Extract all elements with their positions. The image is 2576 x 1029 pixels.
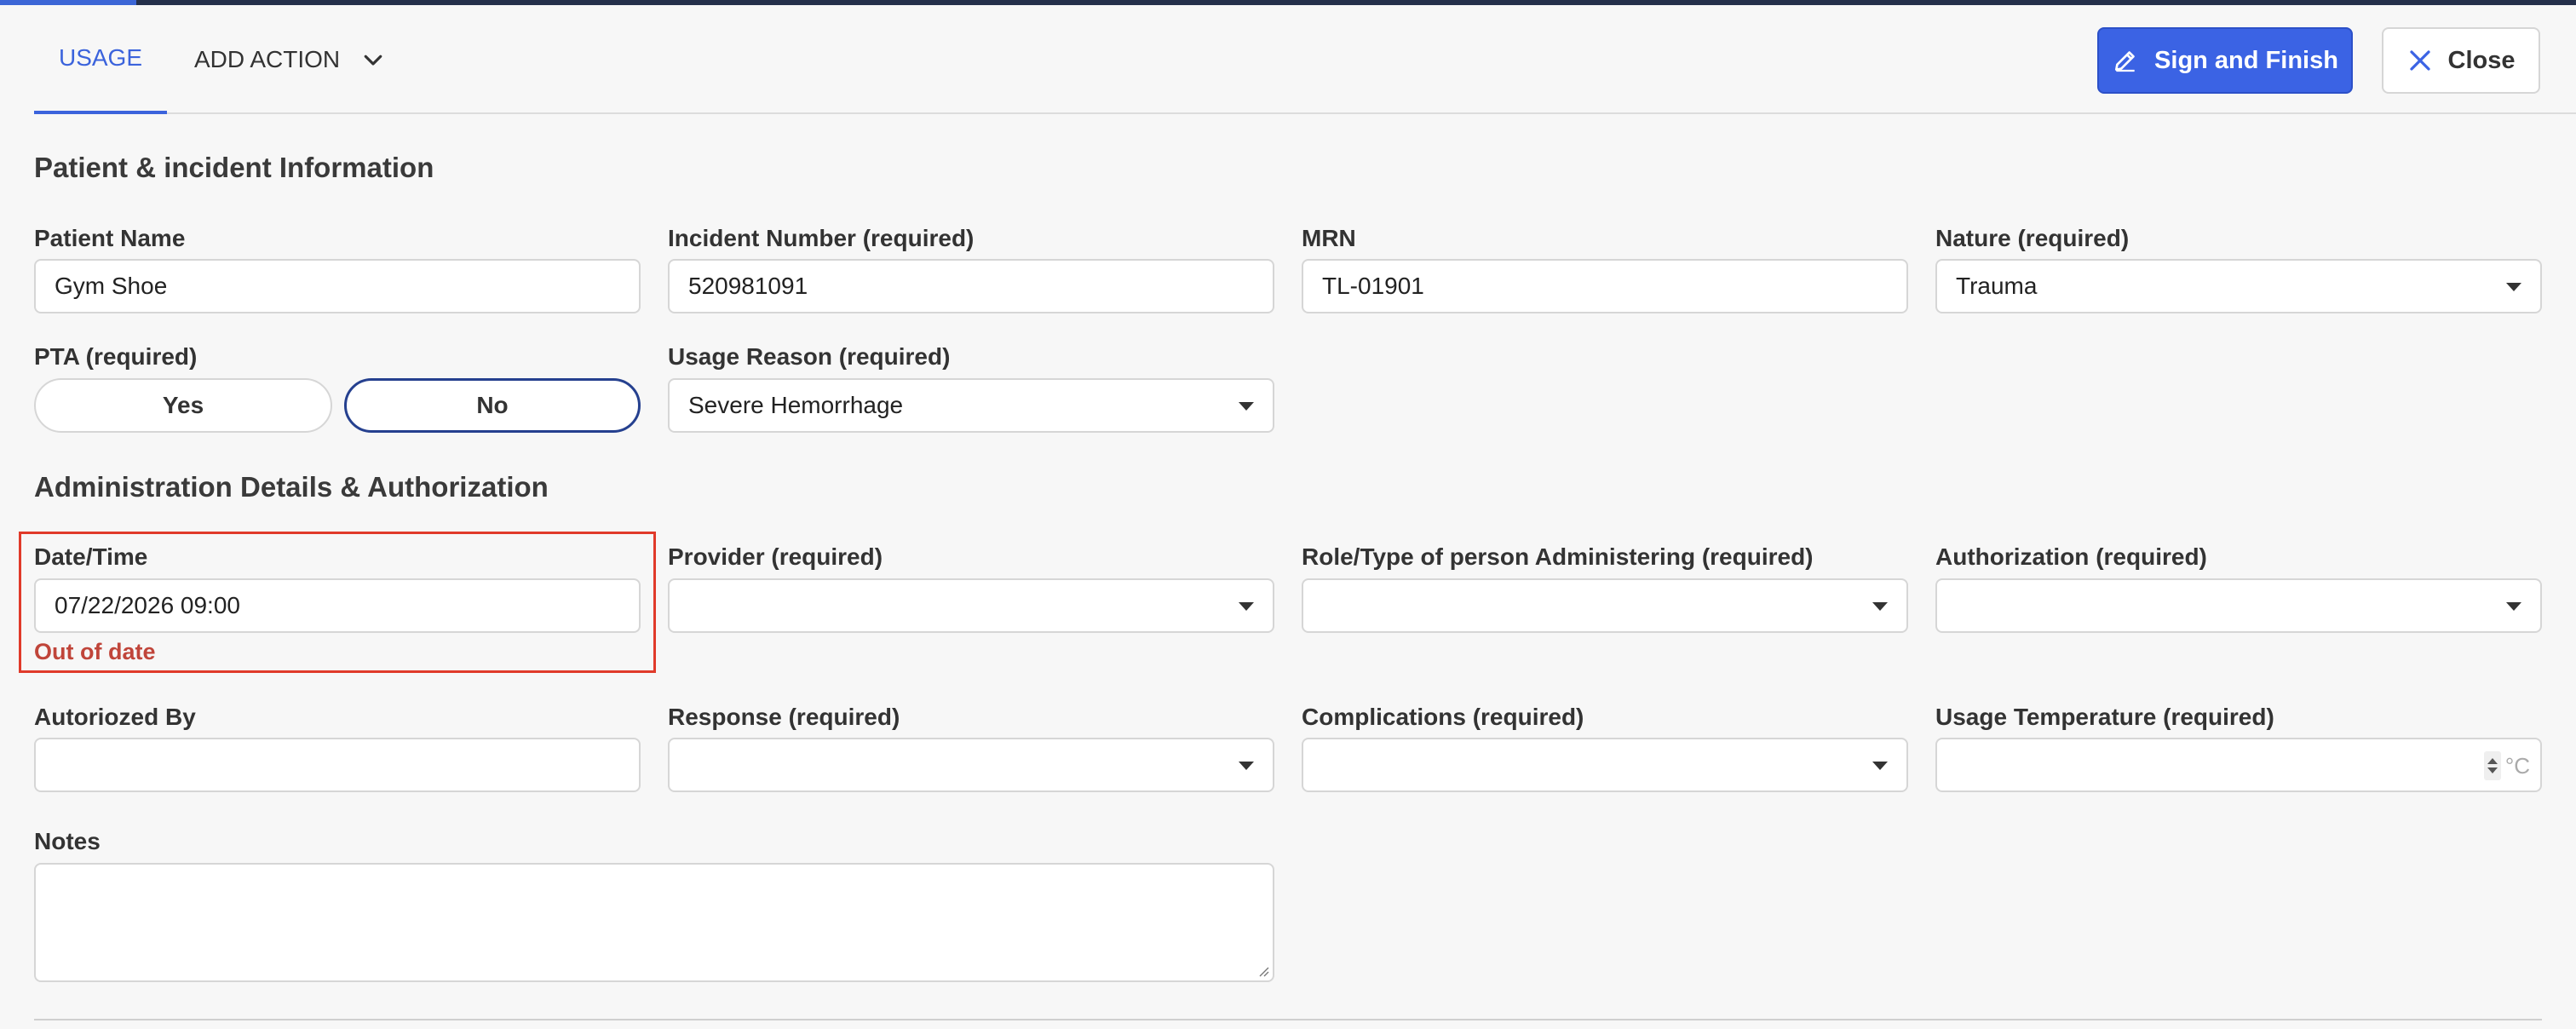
pta-yes-toggle[interactable]: Yes [34,378,332,433]
provider-label: Provider (required) [668,543,883,570]
spinner-up-icon [2487,758,2498,764]
role-type-select[interactable] [1302,578,1908,633]
usage-reason-select[interactable]: Severe Hemorrhage [668,378,1274,433]
sign-and-finish-label: Sign and Finish [2154,46,2338,74]
response-select[interactable] [668,738,1274,792]
usage-reason-label: Usage Reason (required) [668,343,951,370]
incident-number-value: 520981091 [688,273,808,299]
section-divider [34,1019,2542,1020]
number-spinner[interactable] [2484,751,2501,780]
close-x-icon [2409,50,2430,71]
caret-down-icon [1872,762,1888,770]
patient-name-input[interactable]: Gym Shoe [34,259,641,313]
caret-down-icon [1239,402,1254,411]
resize-handle-icon[interactable] [1256,963,1269,977]
response-label: Response (required) [668,704,900,730]
mrn-value: TL-01901 [1322,273,1424,299]
caret-down-icon [2506,283,2521,291]
usage-reason-value: Severe Hemorrhage [688,392,904,418]
chevron-down-icon [364,55,382,66]
usage-temperature-input[interactable]: °C [1935,738,2542,792]
pta-no-label: No [476,392,509,418]
notes-label: Notes [34,828,101,854]
sign-and-finish-button[interactable]: Sign and Finish [2097,27,2353,94]
nature-value: Trauma [1956,273,2038,299]
tab-add-action[interactable]: ADD ACTION [194,5,386,114]
caret-down-icon [1239,602,1254,611]
caret-down-icon [2506,602,2521,611]
admin-section-title: Administration Details & Authorization [34,471,549,503]
nature-label: Nature (required) [1935,225,2130,251]
date-time-input[interactable]: 07/22/2026 09:00 [34,578,641,633]
pta-no-toggle[interactable]: No [344,378,641,433]
date-time-error-message: Out of date [34,639,156,664]
close-button[interactable]: Close [2382,27,2540,94]
usage-temperature-label: Usage Temperature (required) [1935,704,2274,730]
date-time-label: Date/Time [34,543,148,570]
complications-select[interactable] [1302,738,1908,792]
patient-name-value: Gym Shoe [55,273,168,299]
authorization-select[interactable] [1935,578,2542,633]
mrn-label: MRN [1302,225,1356,251]
nature-select[interactable]: Trauma [1935,259,2542,313]
tab-usage[interactable]: USAGE [34,5,167,114]
incident-number-input[interactable]: 520981091 [668,259,1274,313]
complications-label: Complications (required) [1302,704,1584,730]
pen-icon [2115,51,2135,72]
patient-section-title: Patient & incident Information [34,152,434,183]
patient-name-label: Patient Name [34,225,186,251]
pta-label: PTA (required) [34,343,198,370]
pta-yes-label: Yes [162,392,204,418]
caret-down-icon [1239,762,1254,770]
authorized-by-input[interactable] [34,738,641,792]
caret-down-icon [1872,602,1888,611]
temperature-unit: °C [2504,753,2530,779]
close-label: Close [2447,46,2516,74]
date-time-value: 07/22/2026 09:00 [55,592,240,618]
tab-add-action-label: ADD ACTION [194,46,341,72]
mrn-input[interactable]: TL-01901 [1302,259,1908,313]
notes-textarea[interactable] [34,863,1274,982]
authorization-label: Authorization (required) [1935,543,2207,570]
role-type-label: Role/Type of person Administering (requi… [1302,543,1814,570]
incident-number-label: Incident Number (required) [668,225,975,251]
tab-usage-label: USAGE [58,44,143,71]
spinner-down-icon [2487,767,2498,773]
provider-select[interactable] [668,578,1274,633]
authorized-by-label: Autoriozed By [34,704,196,730]
